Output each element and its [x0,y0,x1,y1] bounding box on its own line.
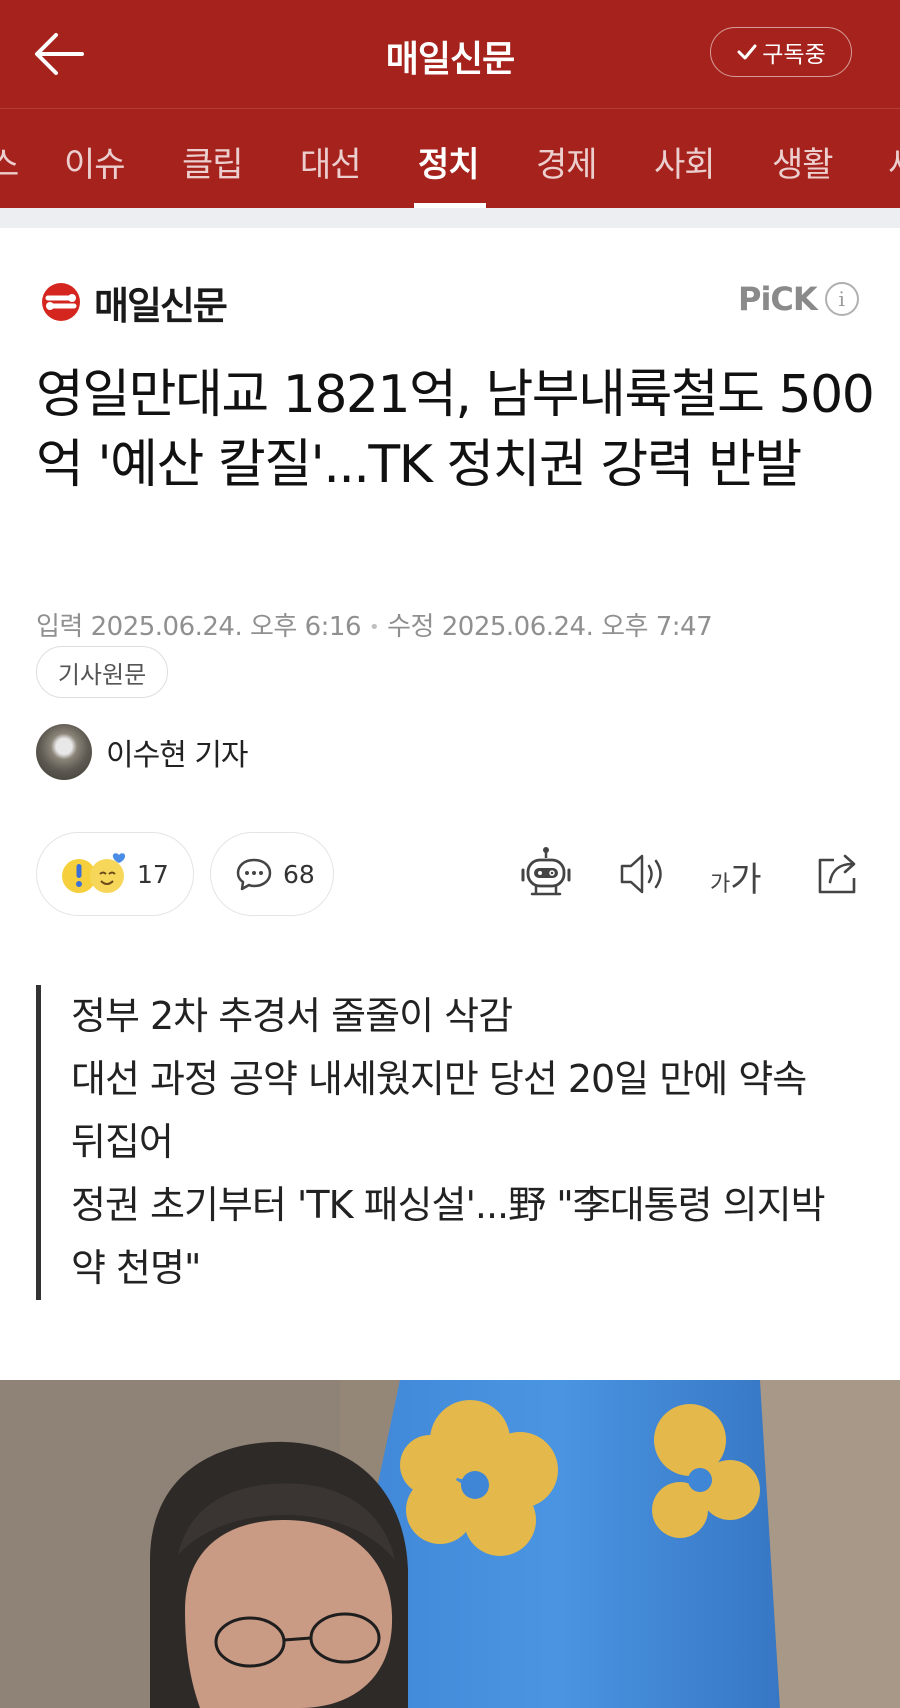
category-tab-bar: 스 이슈 클립 대선 정치 경제 사회 생활 세 [0,108,900,208]
tab-politics[interactable]: 정치 [418,137,480,186]
original-article-button[interactable]: 기사원문 [36,646,168,698]
tab-society[interactable]: 사회 [654,137,716,186]
check-icon [737,44,757,60]
speaker-icon [620,854,662,894]
share-button[interactable] [814,846,862,906]
article-dates: 입력 2025.06.24. 오후 6:16 • 수정 2025.06.24. 오후… [36,606,713,643]
tab-issue[interactable]: 이슈 [64,137,126,186]
section-divider [0,208,900,228]
text-to-speech-button[interactable] [618,846,668,906]
article-photo [0,1380,900,1708]
font-size-button[interactable]: 가가 [710,852,762,901]
input-date: 입력 2025.06.24. 오후 6:16 [36,612,362,642]
info-icon: i [824,282,859,316]
avatar [36,724,92,780]
comment-icon [236,858,272,891]
summary-line: 정권 초기부터 'TK 패싱설'...野 "李대통령 의지박 [71,1183,826,1227]
pick-badge[interactable]: PiCK i [738,280,859,318]
comment-button[interactable]: 68 [210,832,334,916]
tab-economy[interactable]: 경제 [536,137,598,186]
summary-line: 약 천명" [71,1246,201,1290]
tab-election[interactable]: 대선 [300,137,362,186]
robot-summary-icon [521,847,571,896]
ai-summary-button[interactable] [518,846,574,906]
subscribe-button[interactable]: 구독중 [710,27,852,77]
reporter-name: 이수현 기자 [106,738,249,773]
tab-life[interactable]: 생활 [772,137,834,186]
reporter-info[interactable]: 이수현 기자 [36,724,249,780]
reaction-count: 17 [137,859,169,889]
subscribe-label: 구독중 [762,42,826,68]
article-headline: 영일만대교 1821억, 남부내륙철도 500억 '예산 칼질'...TK 정치… [36,365,875,495]
summary-line: 정부 2차 추경서 줄줄이 삭감 [71,994,513,1038]
pick-label: PiCK [738,280,818,318]
press-header[interactable]: 매일신문 [36,278,228,328]
date-separator: • [369,617,380,638]
reaction-button[interactable]: 17 [36,832,194,916]
press-logo-icon [42,283,80,321]
edit-date: 수정 2025.06.24. 오후 7:47 [387,612,713,642]
reaction-emoji-icon [62,853,126,893]
tab-clip[interactable]: 클립 [182,137,244,186]
press-name: 매일신문 [94,283,228,328]
article-summary: 정부 2차 추경서 줄줄이 삭감 대선 과정 공약 내세웠지만 당선 20일 만… [36,985,856,1300]
top-app-bar: 매일신문 구독중 [0,0,900,108]
font-size-icon: 가 [710,872,731,897]
comment-count: 68 [283,859,315,889]
photo-illustration [0,1380,900,1708]
font-size-large-label: 가 [730,860,762,900]
summary-line: 대선 과정 공약 내세웠지만 당선 20일 만에 약속 [71,1057,807,1101]
tab-partial-right[interactable]: 세 [888,137,900,186]
share-icon [818,854,856,894]
tab-partial-left[interactable]: 스 [0,137,19,186]
summary-line: 뒤집어 [71,1120,174,1164]
